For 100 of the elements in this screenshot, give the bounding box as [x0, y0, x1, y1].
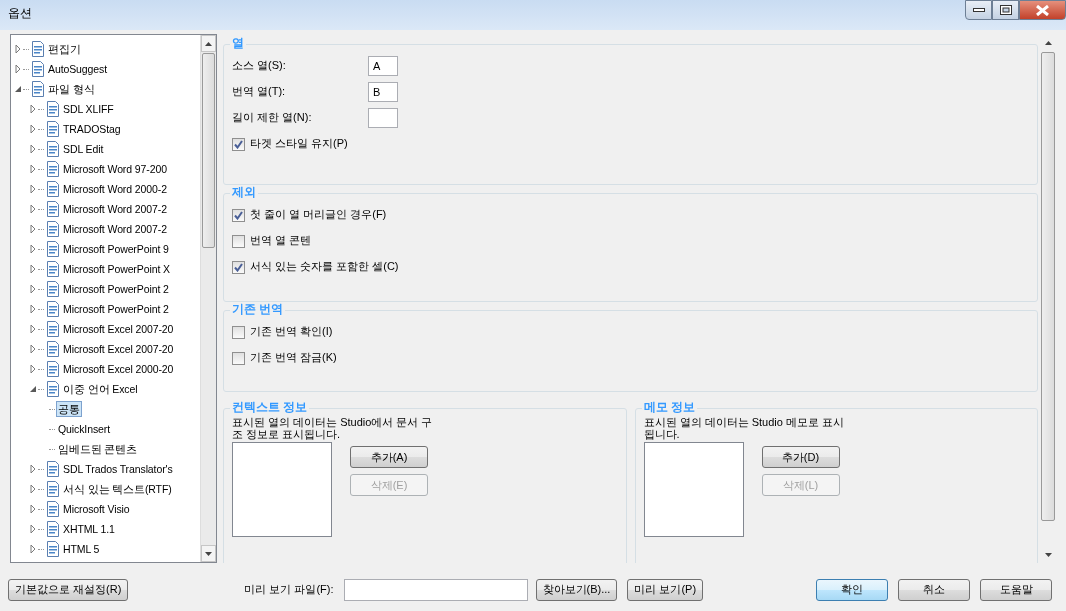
collapsed-arrow-icon[interactable] [28, 464, 38, 474]
scrollbar[interactable] [200, 35, 216, 562]
scroll-up-icon[interactable] [205, 41, 212, 46]
collapsed-arrow-icon[interactable] [28, 124, 38, 134]
ok-button[interactable]: 확인 [816, 579, 888, 601]
document-icon [45, 261, 59, 277]
minimize-button[interactable] [965, 0, 992, 20]
input-field[interactable]: B [368, 82, 398, 102]
document-icon [45, 141, 59, 157]
help-button[interactable]: 도움말 [980, 579, 1052, 601]
collapsed-arrow-icon[interactable] [28, 144, 38, 154]
browse-button[interactable]: 찾아보기(B)... [535, 579, 618, 601]
checkbox[interactable] [232, 137, 245, 151]
tree-item[interactable]: SDL Trados Translator's [61, 460, 175, 478]
tree-item[interactable]: SDL Edit [61, 140, 106, 158]
collapsed-arrow-icon[interactable] [28, 224, 38, 234]
expanded-arrow-icon[interactable] [13, 84, 23, 94]
collapsed-arrow-icon[interactable] [13, 64, 23, 74]
tree-item[interactable]: Microsoft Word 2007-2 [61, 200, 169, 218]
scroll-down-icon[interactable] [1044, 552, 1052, 557]
tree-item[interactable]: Microsoft Word 2007-2 [61, 220, 169, 238]
collapsed-arrow-icon[interactable] [28, 524, 38, 534]
collapsed-arrow-icon[interactable] [28, 324, 38, 334]
tree-item[interactable]: QuickInsert [56, 420, 112, 438]
description-text: 표시된 열의 데이터는 Studio 메모로 표시 됩니다. [643, 417, 845, 441]
document-icon [45, 221, 59, 237]
collapsed-arrow-icon[interactable] [28, 284, 38, 294]
tree-item[interactable]: 서식 있는 텍스트(RTF) [61, 480, 174, 498]
tree-item[interactable]: Microsoft PowerPoint 9 [61, 240, 171, 258]
tree-item[interactable]: XHTML 1.1 [61, 520, 117, 538]
input-field[interactable]: A [368, 56, 398, 76]
collapsed-arrow-icon[interactable] [28, 184, 38, 194]
close-button[interactable] [1019, 0, 1066, 20]
collapsed-arrow-icon[interactable] [28, 264, 38, 274]
document-icon [45, 361, 59, 377]
group-title: 열 [230, 36, 246, 51]
input-field[interactable] [368, 108, 398, 128]
group-title: 기존 번역 [230, 302, 286, 317]
tree-item[interactable]: Microsoft Excel 2000-20 [61, 360, 176, 378]
tree-item[interactable]: TRADOStag [61, 120, 123, 138]
checkbox-label: 번역 열 콘텐 [250, 234, 312, 248]
collapsed-arrow-icon[interactable] [28, 164, 38, 174]
collapsed-arrow-icon[interactable] [28, 304, 38, 314]
collapsed-arrow-icon[interactable] [28, 364, 38, 374]
tree-item[interactable]: Microsoft Word 97-200 [61, 160, 169, 178]
checkbox[interactable] [232, 260, 245, 274]
add-button[interactable]: 추가(D) [761, 446, 840, 469]
tree-item[interactable]: 파일 형식 [46, 80, 97, 98]
document-icon [45, 461, 59, 477]
collapsed-arrow-icon[interactable] [28, 484, 38, 494]
tree-item[interactable]: 공통 [56, 400, 82, 418]
close-icon [1036, 4, 1049, 16]
tree-item[interactable]: AutoSuggest [46, 60, 110, 78]
group-title: 제외 [230, 185, 258, 200]
collapsed-arrow-icon[interactable] [28, 104, 38, 114]
document-icon [45, 161, 59, 177]
reset-button[interactable]: 기본값으로 재설정(R) [8, 579, 129, 601]
tree-item[interactable]: Microsoft Word 2000-2 [61, 180, 169, 198]
tree-item[interactable]: Microsoft PowerPoint 2 [61, 300, 171, 318]
add-button[interactable]: 추가(A) [350, 446, 428, 469]
checkbox[interactable] [232, 234, 245, 248]
expanded-arrow-icon[interactable] [28, 384, 38, 394]
collapsed-arrow-icon[interactable] [28, 344, 38, 354]
scroll-up-icon[interactable] [1044, 40, 1052, 45]
cancel-button[interactable]: 취소 [898, 579, 970, 601]
document-icon [30, 41, 44, 57]
collapsed-arrow-icon[interactable] [28, 244, 38, 254]
checkbox-label: 기존 번역 확인(I) [250, 325, 333, 339]
maximize-icon [999, 5, 1012, 15]
checkbox[interactable] [232, 325, 245, 339]
checkbox-label: 서식 있는 숫자를 포함한 셀(C) [250, 260, 399, 274]
preview-button[interactable]: 미리 보기(P) [627, 579, 704, 601]
collapsed-arrow-icon[interactable] [13, 44, 23, 54]
document-icon [45, 301, 59, 317]
tree-item[interactable]: 이중 언어 Excel [61, 380, 140, 398]
tree-item[interactable]: SDL XLIFF [61, 100, 116, 118]
checkbox-label: 첫 줄이 열 머리글인 경우(F) [250, 208, 387, 222]
checkbox[interactable] [232, 351, 245, 365]
maximize-button[interactable] [992, 0, 1019, 20]
tree-item[interactable]: Microsoft PowerPoint X [61, 260, 172, 278]
collapsed-arrow-icon[interactable] [28, 204, 38, 214]
list-box[interactable] [232, 442, 332, 538]
tree-item[interactable]: Microsoft PowerPoint 2 [61, 280, 171, 298]
document-icon [45, 481, 59, 497]
checkbox[interactable] [232, 208, 245, 222]
collapsed-arrow-icon[interactable] [28, 504, 38, 514]
scroll-down-icon[interactable] [205, 551, 212, 556]
list-box[interactable] [643, 442, 744, 538]
tree-item[interactable]: Microsoft Excel 2007-20 [61, 320, 176, 338]
tree-item[interactable]: 편집기 [46, 40, 83, 58]
preview-file-field[interactable] [343, 579, 528, 601]
document-icon [30, 81, 44, 97]
tree-item[interactable]: 임베드된 콘텐츠 [56, 440, 140, 458]
document-icon [45, 101, 59, 117]
document-icon [45, 541, 59, 557]
document-icon [45, 281, 59, 297]
tree-item[interactable]: Microsoft Excel 2007-20 [61, 340, 176, 358]
tree-item[interactable]: Microsoft Visio [61, 500, 132, 518]
tree-item[interactable]: HTML 5 [61, 540, 102, 558]
collapsed-arrow-icon[interactable] [28, 544, 38, 554]
